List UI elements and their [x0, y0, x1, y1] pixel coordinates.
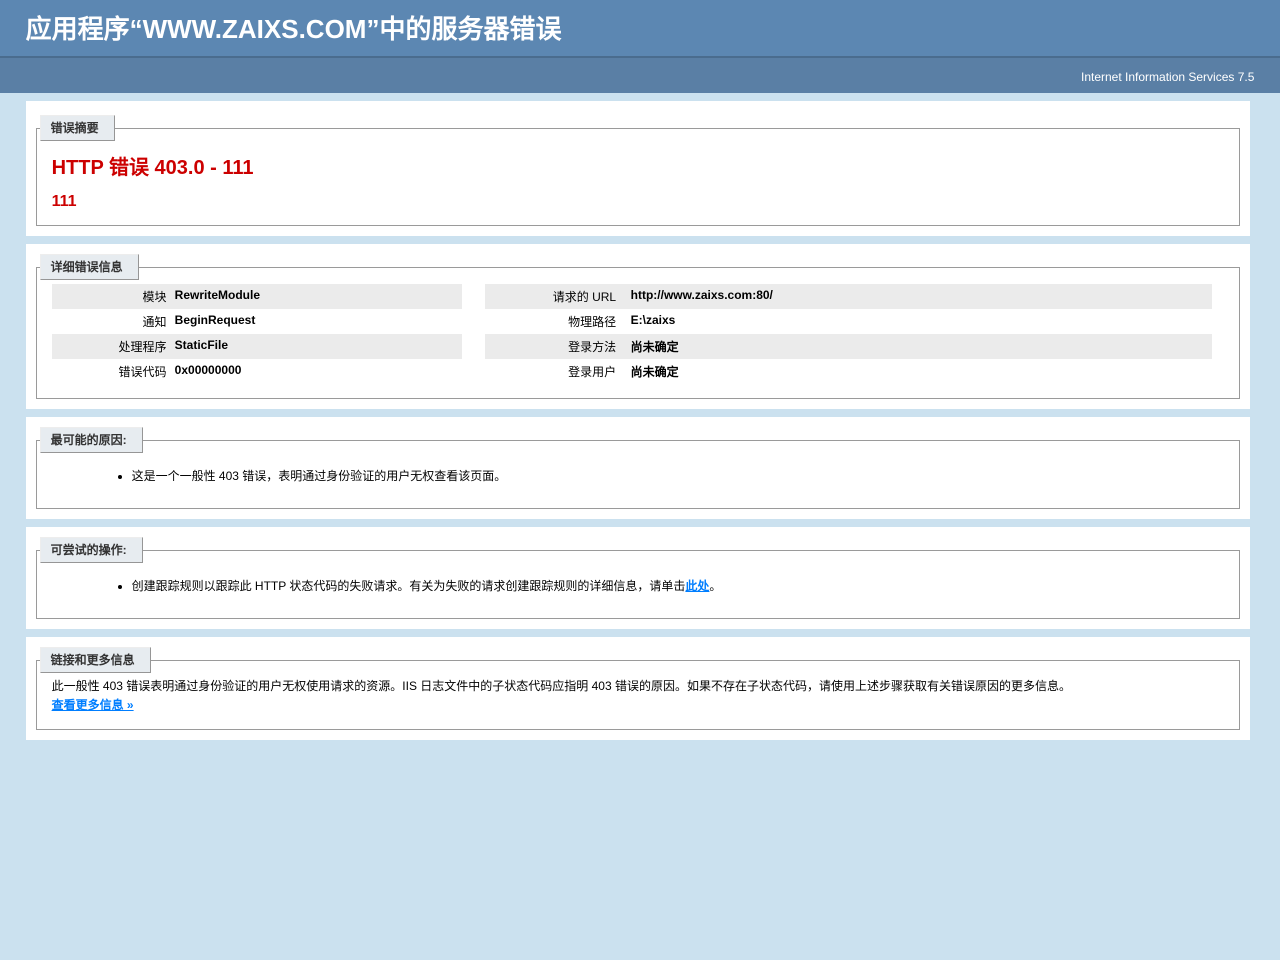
details-right-table: 请求的 URL http://www.zaixs.com:80/ 物理路径 E:… — [485, 284, 1212, 384]
list-item: 这是一个一般性 403 错误，表明通过身份验证的用户无权查看该页面。 — [132, 467, 1224, 484]
page-title: 应用程序“WWW.ZAIXS.COM”中的服务器错误 — [26, 9, 1255, 46]
row-value: http://www.zaixs.com:80/ — [631, 284, 1212, 309]
row-label: 通知 — [52, 309, 175, 334]
things-to-try-fieldset: 可尝试的操作: 创建跟踪规则以跟踪此 HTTP 状态代码的失败请求。有关为失败的… — [36, 537, 1240, 619]
row-value: RewriteModule — [175, 284, 462, 309]
row-value: StaticFile — [175, 334, 462, 359]
list-item-text: 创建跟踪规则以跟踪此 HTTP 状态代码的失败请求。有关为失败的请求创建跟踪规则… — [132, 579, 686, 593]
list-item-suffix: 。 — [709, 579, 721, 593]
details-columns: 模块 RewriteModule 通知 BeginRequest 处理程序 St… — [52, 280, 1224, 388]
table-row: 处理程序 StaticFile — [52, 334, 462, 359]
likely-causes-fieldset: 最可能的原因: 这是一个一般性 403 错误，表明通过身份验证的用户无权查看该页… — [36, 427, 1240, 509]
things-to-try-panel: 可尝试的操作: 创建跟踪规则以跟踪此 HTTP 状态代码的失败请求。有关为失败的… — [26, 527, 1250, 629]
table-row: 请求的 URL http://www.zaixs.com:80/ — [485, 284, 1212, 309]
detailed-error-panel: 详细错误信息 模块 RewriteModule 通知 BeginRequest — [26, 244, 1250, 409]
row-label: 登录用户 — [485, 359, 630, 384]
error-subtitle: 111 — [52, 193, 1224, 211]
server-version-bar: Internet Information Services 7.5 — [0, 56, 1280, 93]
detailed-error-fieldset: 详细错误信息 模块 RewriteModule 通知 BeginRequest — [36, 254, 1240, 399]
more-info-link-line: 查看更多信息 » — [52, 696, 1224, 713]
row-label: 处理程序 — [52, 334, 175, 359]
likely-causes-panel: 最可能的原因: 这是一个一般性 403 错误，表明通过身份验证的用户无权查看该页… — [26, 417, 1250, 519]
more-info-panel: 链接和更多信息 此一般性 403 错误表明通过身份验证的用户无权使用请求的资源。… — [26, 637, 1250, 740]
row-label: 登录方法 — [485, 334, 630, 359]
header-bar: 应用程序“WWW.ZAIXS.COM”中的服务器错误 — [0, 0, 1280, 56]
row-label: 请求的 URL — [485, 284, 630, 309]
error-title: HTTP 错误 403.0 - 111 — [52, 151, 1224, 180]
here-link[interactable]: 此处 — [685, 579, 709, 593]
content-area: 错误摘要 HTTP 错误 403.0 - 111 111 详细错误信息 模块 R… — [26, 101, 1280, 740]
more-info-text: 此一般性 403 错误表明通过身份验证的用户无权使用请求的资源。IIS 日志文件… — [52, 677, 1224, 694]
things-to-try-list: 创建跟踪规则以跟踪此 HTTP 状态代码的失败请求。有关为失败的请求创建跟踪规则… — [92, 577, 1224, 594]
row-label: 物理路径 — [485, 309, 630, 334]
more-info-legend: 链接和更多信息 — [40, 647, 151, 673]
table-row: 登录用户 尚未确定 — [485, 359, 1212, 384]
list-item: 创建跟踪规则以跟踪此 HTTP 状态代码的失败请求。有关为失败的请求创建跟踪规则… — [132, 577, 1224, 594]
error-summary-panel: 错误摘要 HTTP 错误 403.0 - 111 111 — [26, 101, 1250, 236]
details-left-column: 模块 RewriteModule 通知 BeginRequest 处理程序 St… — [52, 280, 462, 388]
likely-causes-list: 这是一个一般性 403 错误，表明通过身份验证的用户无权查看该页面。 — [92, 467, 1224, 484]
row-value: 0x00000000 — [175, 359, 462, 384]
details-left-table: 模块 RewriteModule 通知 BeginRequest 处理程序 St… — [52, 284, 462, 384]
row-value: E:\zaixs — [631, 309, 1212, 334]
row-label: 错误代码 — [52, 359, 175, 384]
likely-causes-legend: 最可能的原因: — [40, 427, 143, 453]
table-row: 登录方法 尚未确定 — [485, 334, 1212, 359]
detailed-error-legend: 详细错误信息 — [40, 254, 139, 280]
row-value: BeginRequest — [175, 309, 462, 334]
more-info-fieldset: 链接和更多信息 此一般性 403 错误表明通过身份验证的用户无权使用请求的资源。… — [36, 647, 1240, 730]
details-right-column: 请求的 URL http://www.zaixs.com:80/ 物理路径 E:… — [485, 280, 1212, 388]
table-row: 通知 BeginRequest — [52, 309, 462, 334]
error-summary-fieldset: 错误摘要 HTTP 错误 403.0 - 111 111 — [36, 115, 1240, 226]
row-value: 尚未确定 — [631, 359, 1212, 384]
table-row: 错误代码 0x00000000 — [52, 359, 462, 384]
table-row: 物理路径 E:\zaixs — [485, 309, 1212, 334]
view-more-info-link[interactable]: 查看更多信息 » — [52, 698, 134, 712]
row-label: 模块 — [52, 284, 175, 309]
row-value: 尚未确定 — [631, 334, 1212, 359]
server-version-label: Internet Information Services 7.5 — [1081, 70, 1254, 84]
table-row: 模块 RewriteModule — [52, 284, 462, 309]
error-summary-legend: 错误摘要 — [40, 115, 115, 141]
things-to-try-legend: 可尝试的操作: — [40, 537, 143, 563]
